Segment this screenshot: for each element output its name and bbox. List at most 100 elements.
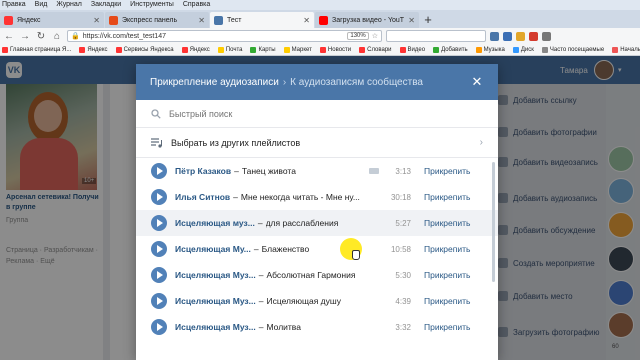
track-row[interactable]: Исцеляющая муз... – для расслабления 5:2…: [136, 210, 498, 236]
extension-icon[interactable]: [516, 31, 525, 41]
close-tab-icon[interactable]: ✕: [198, 16, 205, 25]
scrollbar[interactable]: [492, 162, 495, 282]
play-icon[interactable]: [151, 241, 167, 257]
tab-express-panel[interactable]: Экспресс панель ✕: [105, 12, 209, 28]
track-row[interactable]: Илья Ситнов – Мне некогда читать - Мне н…: [136, 184, 498, 210]
track-artist[interactable]: Исцеляющая Муз...: [175, 296, 256, 306]
track-artist[interactable]: Пётр Казаков: [175, 166, 231, 176]
attach-button[interactable]: Прикрепить: [424, 210, 470, 236]
bookmark-item[interactable]: Яндекс: [79, 44, 108, 55]
other-playlists-button[interactable]: Выбрать из других плейлистов ›: [136, 128, 498, 158]
bookmark-item[interactable]: Начальная страница: [612, 44, 640, 55]
close-tab-icon[interactable]: ✕: [303, 16, 310, 25]
attach-button[interactable]: Прикрепить: [424, 236, 470, 262]
track-title: для расслабления: [265, 218, 339, 228]
dash: –: [234, 166, 239, 176]
menu-item-tools[interactable]: Инструменты: [130, 0, 174, 10]
tab-test[interactable]: Тест ✕: [210, 12, 314, 28]
menu-icon[interactable]: [542, 31, 551, 41]
track-artist[interactable]: Илья Ситнов: [175, 192, 230, 202]
bookmark-item[interactable]: Добавить: [433, 44, 468, 55]
bookmark-item[interactable]: Музыка: [475, 44, 505, 55]
attach-button[interactable]: Прикрепить: [424, 158, 470, 184]
track-row[interactable]: Пётр Казаков – Танец живота 3:13 Прикреп…: [136, 158, 498, 184]
menu-bar: Правка Вид Журнал Закладки Инструменты С…: [0, 0, 640, 10]
track-artist[interactable]: Исцеляющая Му...: [175, 244, 251, 254]
track-duration: 30:18: [390, 192, 411, 202]
attach-button[interactable]: Прикрепить: [424, 262, 470, 288]
track-duration: 3:32: [395, 322, 411, 332]
bookmark-item[interactable]: Яндекс: [181, 44, 210, 55]
attach-button[interactable]: Прикрепить: [424, 184, 470, 210]
track-duration: 5:30: [395, 270, 411, 280]
bookmark-item[interactable]: Главная страница Я...: [2, 44, 71, 55]
back-icon[interactable]: ←: [3, 31, 15, 42]
play-icon[interactable]: [151, 267, 167, 283]
track-duration: 5:27: [395, 218, 411, 228]
close-tab-icon[interactable]: ✕: [408, 16, 415, 25]
play-icon[interactable]: [151, 215, 167, 231]
zoom-level[interactable]: 130%: [347, 32, 369, 40]
url-text: https://vk.com/test_test147: [82, 32, 166, 40]
dash: –: [258, 322, 264, 332]
bookmark-item[interactable]: Словари: [359, 44, 392, 55]
menu-item-bookmarks[interactable]: Закладки: [91, 0, 121, 10]
track-row[interactable]: Исцеляющая Му... – Блаженство 10:58 Прик…: [136, 236, 498, 262]
track-meta: 5:27: [361, 210, 411, 236]
bookmark-item[interactable]: Карты: [250, 44, 276, 55]
track-artist[interactable]: Исцеляющая муз...: [175, 218, 255, 228]
bookmark-item[interactable]: Новости: [319, 44, 351, 55]
track-row[interactable]: Исцеляющая Муз... – Абсолютная Гармония …: [136, 262, 498, 288]
sidebar-icon[interactable]: [503, 31, 512, 41]
play-icon[interactable]: [151, 319, 167, 335]
bookmark-star-icon[interactable]: ☆: [372, 32, 378, 40]
reload-icon[interactable]: ↻: [35, 31, 47, 42]
play-icon[interactable]: [151, 163, 167, 179]
bookmark-item[interactable]: Маркет: [283, 44, 312, 55]
close-icon[interactable]: ✕: [470, 74, 484, 90]
menu-item-view[interactable]: Вид: [35, 0, 48, 10]
track-row[interactable]: Исцеляющая Муз... – Исцеляющая душу 4:39…: [136, 288, 498, 314]
extension-icon[interactable]: [529, 31, 538, 41]
play-icon[interactable]: [151, 293, 167, 309]
track-row[interactable]: Исцеляющая Муз... – Молитва 3:32 Прикреп…: [136, 314, 498, 340]
bookmark-item[interactable]: Видео: [399, 44, 425, 55]
close-tab-icon[interactable]: ✕: [93, 16, 100, 25]
track-artist[interactable]: Исцеляющая Муз...: [175, 322, 256, 332]
bookmark-item[interactable]: Часто посещаемые: [541, 44, 604, 55]
attach-button[interactable]: Прикрепить: [424, 288, 470, 314]
bookmark-item[interactable]: Диск: [512, 44, 534, 55]
bookmarks-bar: Главная страница Я... Яндекс Сервисы Янд…: [0, 44, 640, 56]
bookmark-item[interactable]: Почта: [217, 44, 242, 55]
new-tab-button[interactable]: +: [420, 12, 436, 28]
track-meta: 3:13: [361, 158, 411, 184]
tab-youtube[interactable]: Загрузка видео - YouTube ✕: [315, 12, 419, 28]
library-icon[interactable]: [490, 31, 499, 41]
chevron-right-icon: ›: [479, 137, 483, 148]
menu-item-help[interactable]: Справка: [183, 0, 210, 10]
address-bar[interactable]: 🔒 https://vk.com/test_test147 130% ☆: [67, 30, 382, 42]
attach-button[interactable]: Прикрепить: [424, 314, 470, 340]
search-input[interactable]: [169, 108, 469, 119]
track-meta: 30:18: [361, 184, 411, 210]
express-panel-icon: [109, 15, 118, 25]
forward-icon[interactable]: →: [19, 31, 31, 42]
attach-audio-dialog: Прикрепление аудиозаписи › К аудиозапися…: [136, 64, 498, 360]
track-list: Пётр Казаков – Танец живота 3:13 Прикреп…: [136, 158, 498, 340]
menu-item-history[interactable]: Журнал: [56, 0, 82, 10]
track-duration: 10:58: [390, 244, 411, 254]
play-icon[interactable]: [151, 189, 167, 205]
dialog-subtitle[interactable]: К аудиозаписям сообщества: [290, 77, 470, 88]
track-meta: 5:30: [361, 262, 411, 288]
tab-yandex[interactable]: Яндекс ✕: [0, 12, 104, 28]
youtube-icon: [319, 15, 328, 25]
dialog-title: Прикрепление аудиозаписи: [150, 76, 279, 88]
track-artist[interactable]: Исцеляющая Муз...: [175, 270, 256, 280]
bookmark-item[interactable]: Сервисы Яндекса: [115, 44, 174, 55]
dialog-header: Прикрепление аудиозаписи › К аудиозапися…: [136, 64, 498, 100]
track-meta: 3:32: [361, 314, 411, 340]
yandex-icon: [4, 15, 13, 25]
menu-item-edit[interactable]: Правка: [2, 0, 26, 10]
browser-search-input[interactable]: [386, 30, 486, 42]
home-icon[interactable]: ⌂: [51, 31, 63, 42]
